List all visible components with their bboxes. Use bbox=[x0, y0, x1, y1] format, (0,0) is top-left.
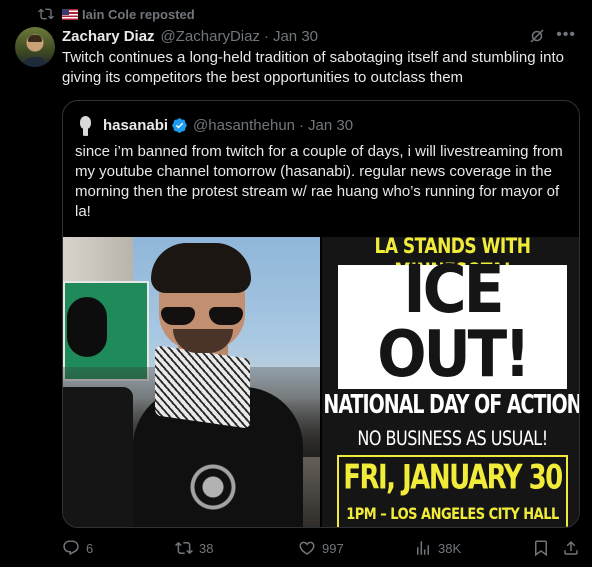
photo-keffiyeh bbox=[155, 345, 250, 429]
quoted-tweet[interactable]: hasanabi @hasanthehun · Jan 30 since i’m… bbox=[62, 100, 580, 528]
poster-location: 1PM – LOS ANGELES CITY HALL bbox=[346, 505, 559, 524]
poster-big-line-1: ICE bbox=[403, 251, 504, 329]
reply-button[interactable]: 6 bbox=[62, 539, 93, 557]
grok-icon[interactable] bbox=[528, 27, 546, 45]
separator-dot: · bbox=[263, 27, 269, 45]
verified-badge-icon bbox=[172, 117, 187, 133]
repost-text: Iain Cole reposted bbox=[82, 6, 195, 22]
heart-icon bbox=[299, 541, 315, 555]
view-count: 38K bbox=[438, 540, 462, 556]
avatar-shirt bbox=[23, 57, 47, 67]
views-chart-icon bbox=[417, 541, 429, 555]
poster-date: FRI, JANUARY 30 bbox=[343, 458, 563, 498]
photo-microphone bbox=[67, 297, 107, 357]
tweet-date[interactable]: Jan 30 bbox=[273, 28, 318, 45]
separator-dot: · bbox=[299, 116, 305, 134]
retweet-icon bbox=[175, 541, 193, 555]
like-count: 997 bbox=[322, 540, 344, 556]
photo-shirt-print bbox=[178, 452, 248, 522]
tweet-header: Zachary Diaz @ZacharyDiaz · Jan 30 ••• bbox=[62, 26, 582, 46]
quoted-tweet-text: since i’m banned from twitch for a coupl… bbox=[75, 143, 563, 220]
action-bar: 6 38 997 38K bbox=[62, 539, 582, 561]
repost-count: 38 bbox=[199, 540, 214, 556]
quoted-author-name[interactable]: hasanabi bbox=[103, 117, 168, 134]
us-flag-icon bbox=[62, 8, 78, 20]
quoted-tweet-header: hasanabi @hasanthehun · Jan 30 bbox=[75, 114, 353, 136]
media-grid: LA STANDS WITH MINNESOTA! ICE OUT! NATIO… bbox=[63, 237, 580, 527]
poster-subtitle: NATIONAL DAY OF ACTION bbox=[323, 390, 580, 420]
photo-sunglasses bbox=[161, 307, 243, 327]
reply-count: 6 bbox=[86, 540, 94, 556]
share-button[interactable] bbox=[562, 539, 580, 557]
media-photo-protester[interactable] bbox=[63, 237, 320, 527]
poster-tagline: NO BUSINESS AS USUAL! bbox=[357, 427, 548, 450]
tweet-text: Twitch continues a long-held tradition o… bbox=[62, 49, 564, 86]
quoted-author-avatar[interactable] bbox=[75, 114, 97, 136]
avatar-hair bbox=[28, 35, 42, 42]
author-name[interactable]: Zachary Diaz bbox=[62, 28, 155, 45]
more-options-icon[interactable]: ••• bbox=[556, 26, 576, 44]
bookmark-button[interactable] bbox=[532, 539, 550, 557]
poster-big-line-2: OUT! bbox=[377, 316, 530, 392]
views-button[interactable]: 38K bbox=[414, 539, 461, 557]
quoted-tweet-date[interactable]: Jan 30 bbox=[308, 117, 353, 134]
repost-button[interactable]: 38 bbox=[175, 539, 213, 557]
author-handle[interactable]: @ZacharyDiaz bbox=[161, 28, 260, 45]
repost-indicator[interactable]: Iain Cole reposted bbox=[38, 6, 195, 22]
photo-hair bbox=[151, 243, 251, 293]
media-protest-poster[interactable]: LA STANDS WITH MINNESOTA! ICE OUT! NATIO… bbox=[320, 237, 580, 527]
photo-camera bbox=[63, 387, 133, 527]
author-avatar[interactable] bbox=[15, 27, 55, 67]
share-icon bbox=[564, 540, 578, 555]
reply-icon bbox=[63, 540, 79, 556]
bookmark-icon bbox=[535, 540, 547, 557]
retweet-icon bbox=[38, 8, 54, 20]
quoted-author-handle[interactable]: @hasanthehun bbox=[193, 117, 295, 134]
like-button[interactable]: 997 bbox=[298, 539, 344, 557]
